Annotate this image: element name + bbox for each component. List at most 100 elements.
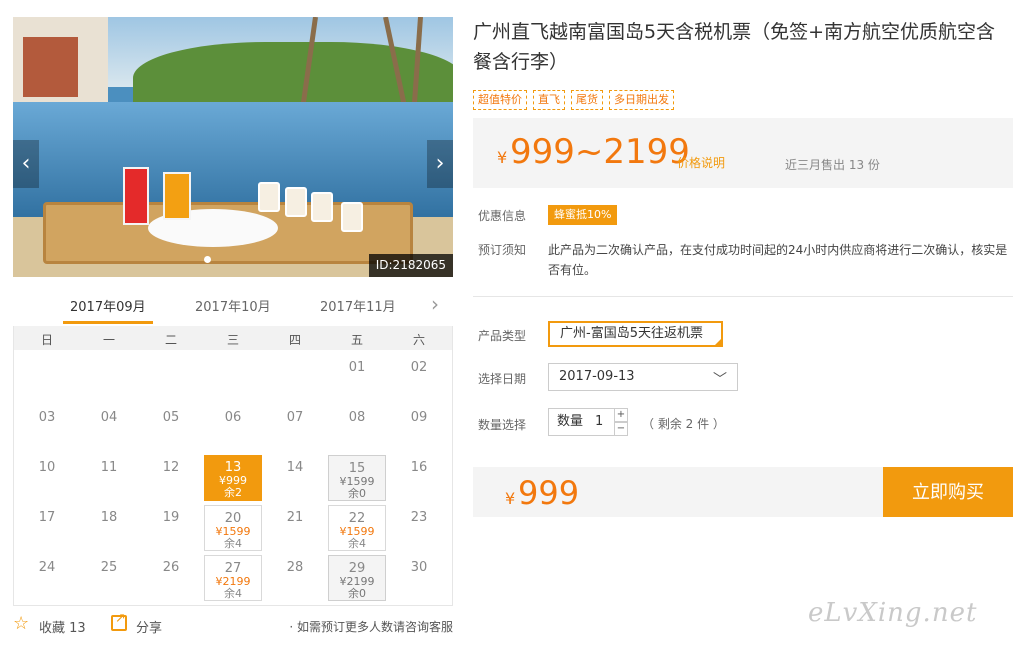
day-number: 05 — [162, 410, 180, 425]
day-number: 07 — [286, 410, 304, 425]
day-number: 03 — [38, 410, 56, 425]
calendar-day: 18 — [80, 505, 138, 551]
price-panel: ¥ 999~2199 价格说明 近三月售出 13 份 — [473, 118, 1013, 188]
calendar-day: 06 — [204, 405, 262, 451]
chevron-right-icon[interactable]: › — [431, 292, 439, 316]
date-select[interactable]: 2017-09-13 ﹀ — [548, 363, 738, 391]
bottom-actions: ☆ 收藏 13 分享 · 如需预订更多人数请咨询客服 — [13, 611, 453, 637]
product-type-option[interactable]: 广州-富国岛5天往返机票 — [548, 321, 723, 347]
day-number: 25 — [100, 560, 118, 575]
weekday-label: 一 — [102, 333, 115, 347]
month-tabs: 2017年09月 2017年10月 2017年11月 › — [13, 290, 453, 326]
quantity-decrease-button[interactable]: − — [614, 422, 628, 436]
day-number: 15 — [348, 461, 366, 476]
day-number: 09 — [410, 410, 428, 425]
weekday-label: 五 — [350, 333, 363, 347]
product-photo: ‹ › ID:2182065 — [13, 17, 453, 277]
calendar-day: 08 — [328, 405, 386, 451]
calendar-day[interactable]: 27 ¥2199 余4 — [204, 555, 262, 601]
active-month-indicator — [63, 321, 153, 324]
stock-remaining: （ 剩余 2 件 ） — [642, 417, 725, 431]
calendar-day: 14 — [266, 455, 324, 501]
chevron-left-icon: ‹ — [21, 151, 31, 176]
price-calendar: 日 一 二 三 四 五 六 01 02 03 04 05 06 07 08 09 10 11 12 13… — [13, 326, 453, 606]
day-number: 21 — [286, 510, 304, 525]
photo-juice-glass — [123, 167, 149, 225]
tab-month-3[interactable]: 2017年11月 — [320, 296, 396, 315]
product-type-value: 广州-富国岛5天往返机票 — [560, 326, 703, 341]
quantity-stepper[interactable]: 数量 1 + − — [548, 408, 628, 436]
price-currency: ¥ — [497, 148, 508, 167]
booking-notice: 此产品为二次确认产品，在支付成功时间起的24小时内供应商将进行二次确认，核实是否… — [548, 243, 1008, 277]
product-tag: 直飞 — [533, 90, 565, 110]
calendar-day: 05 — [142, 405, 200, 451]
day-number: 14 — [286, 460, 304, 475]
photo-villa — [13, 17, 108, 112]
quantity-prefix: 数量 — [557, 414, 584, 429]
quantity-value[interactable]: 1 — [595, 409, 603, 435]
calendar-day: 23 — [390, 505, 448, 551]
day-number: 24 — [38, 560, 56, 575]
day-number: 02 — [410, 360, 428, 375]
tab-month-1[interactable]: 2017年09月 — [70, 296, 146, 315]
calendar-day: 04 — [80, 405, 138, 451]
calendar-day: 07 — [266, 405, 324, 451]
calendar-day: 02 — [390, 355, 448, 401]
share-button[interactable]: 分享 — [136, 617, 162, 636]
day-number: 27 — [224, 561, 242, 576]
calendar-day: 12 — [142, 455, 200, 501]
date-value: 2017-09-13 — [559, 369, 635, 384]
calendar-day: 30 — [390, 555, 448, 601]
product-id-label: ID:2182065 — [368, 254, 453, 277]
day-remaining: 余0 — [348, 487, 366, 500]
day-number: 01 — [348, 360, 366, 375]
carousel-next-button[interactable]: › — [427, 140, 453, 188]
day-remaining: 余4 — [224, 587, 242, 600]
buy-now-button[interactable]: 立即购买 — [883, 467, 1013, 517]
weekday-header: 日 一 二 三 四 五 六 — [14, 326, 452, 350]
calendar-day: 16 — [390, 455, 448, 501]
day-number: 04 — [100, 410, 118, 425]
weekday-label: 日 — [40, 333, 53, 347]
calendar-day: 10 — [18, 455, 76, 501]
group-booking-note: · 如需预订更多人数请咨询客服 — [289, 620, 453, 634]
weekday-label: 六 — [412, 333, 425, 347]
share-icon[interactable] — [111, 611, 127, 631]
calendar-day[interactable]: 20 ¥1599 余4 — [204, 505, 262, 551]
price-explain-link[interactable]: 价格说明 — [677, 154, 725, 171]
day-number: 20 — [224, 511, 242, 526]
photo-yogurt-cup — [285, 187, 307, 217]
tab-month-2[interactable]: 2017年10月 — [195, 296, 271, 315]
carousel-prev-button[interactable]: ‹ — [13, 140, 39, 188]
photo-yogurt-cup — [341, 202, 363, 232]
day-remaining: 余0 — [348, 587, 366, 600]
divider — [473, 296, 1013, 297]
calendar-day[interactable]: 29 ¥2199 余0 — [328, 555, 386, 601]
calendar-day[interactable]: 15 ¥1599 余0 — [328, 455, 386, 501]
day-number: 18 — [100, 510, 118, 525]
photo-yogurt-cup — [311, 192, 333, 222]
day-number: 22 — [348, 511, 366, 526]
day-number: 17 — [38, 510, 56, 525]
day-remaining: 余4 — [348, 537, 366, 550]
product-tag: 尾货 — [571, 90, 603, 110]
weekday-label: 二 — [164, 333, 177, 347]
day-number: 06 — [224, 410, 242, 425]
calendar-day[interactable]: 13 ¥999 余2 — [204, 455, 262, 501]
selected-check-icon — [713, 337, 723, 347]
product-tag: 多日期出发 — [609, 90, 674, 110]
product-tags: 超值特价 直飞 尾货 多日期出发 — [473, 88, 680, 110]
site-watermark: eLvXing.net — [808, 598, 978, 628]
promo-badge: 蜂蜜抵10% — [548, 205, 618, 225]
quantity-increase-button[interactable]: + — [614, 408, 628, 422]
day-number: 13 — [224, 460, 242, 475]
favorite-button[interactable]: 收藏 13 — [39, 617, 86, 636]
calendar-day[interactable]: 22 ¥1599 余4 — [328, 505, 386, 551]
chevron-right-icon: › — [435, 151, 445, 176]
total-price: 999 — [518, 474, 580, 512]
weekday-label: 四 — [288, 333, 301, 347]
star-icon[interactable]: ☆ — [13, 613, 29, 634]
carousel-dot[interactable] — [204, 256, 211, 263]
calendar-day: 09 — [390, 405, 448, 451]
day-number: 29 — [348, 561, 366, 576]
